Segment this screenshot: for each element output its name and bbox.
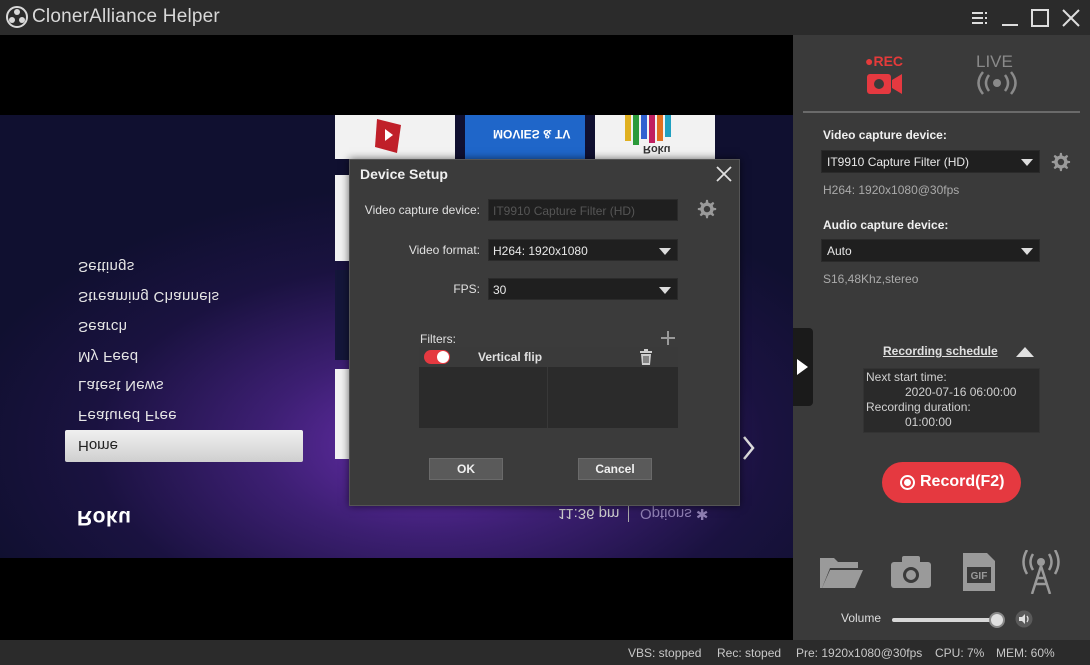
gear-icon[interactable] (696, 199, 718, 221)
status-vbs: VBS: stopped (628, 646, 702, 660)
audio-device-label: Audio capture device: (823, 218, 949, 232)
next-start-label: Next start time: (866, 370, 947, 384)
filter-name: Vertical flip (478, 350, 543, 364)
roku-divider (628, 504, 629, 522)
dialog-video-device-label: Video capture device: (364, 203, 480, 217)
dialog-video-device-value: IT9910 Capture Filter (HD) (493, 204, 636, 218)
roku-menu-item: Streaming Channels (78, 288, 220, 305)
volume-slider-handle[interactable] (989, 612, 1005, 628)
roku-time: 11:36 pm (558, 505, 620, 522)
status-mem: MEM: 60% (996, 646, 1055, 660)
close-icon[interactable] (1059, 6, 1083, 30)
cancel-button[interactable]: Cancel (578, 458, 652, 480)
channel-tile: MOVIES & TV (465, 115, 585, 159)
roku-menu-item: Featured Free (78, 407, 177, 424)
fps-label: FPS: (453, 282, 480, 296)
device-setup-dialog: Device Setup Video capture device: IT991… (349, 159, 740, 506)
fps-select[interactable]: 30 (488, 278, 678, 300)
volume-slider[interactable] (892, 618, 1002, 622)
chevron-down-icon (1021, 159, 1033, 166)
next-start-value: 2020-07-16 06:00:00 (905, 385, 1017, 399)
gif-icon[interactable]: GIF (955, 550, 1001, 594)
control-panel: ●REC LIVE Video capture device: IT9910 C… (793, 35, 1090, 640)
recording-schedule-link[interactable]: Recording schedule (883, 344, 998, 358)
menu-icon[interactable] (968, 6, 992, 30)
camera-icon[interactable] (888, 550, 934, 594)
chevron-down-icon (659, 248, 671, 255)
record-icon (900, 475, 915, 490)
roku-options: Options ✱ (640, 505, 709, 522)
audio-device-select[interactable]: Auto (821, 239, 1040, 262)
roku-menu-selected: Home (65, 430, 303, 462)
video-format-value: H264: 1920x1080 (493, 244, 588, 258)
svg-text:GIF: GIF (971, 571, 988, 582)
trash-icon[interactable] (638, 349, 654, 365)
folder-icon[interactable] (818, 550, 864, 594)
filter-enable-toggle[interactable] (424, 350, 450, 364)
duration-value: 01:00:00 (905, 415, 952, 429)
roku-menu-item: Latest News (78, 377, 164, 394)
roku-menu-item: My Feed (78, 348, 139, 365)
roku-menu-selected-label: Home (78, 437, 119, 454)
roku-logo: Roku (77, 506, 132, 529)
audio-info: S16,48Khz,stereo (823, 272, 919, 286)
status-bar: VBS: stopped Rec: stoped Pre: 1920x1080@… (0, 640, 1090, 665)
filter-row[interactable]: Vertical flip (419, 347, 678, 367)
broadcast-tower-icon[interactable] (1018, 550, 1064, 594)
movies-app-icon (375, 119, 401, 153)
panel-toggle[interactable] (793, 328, 813, 406)
chevron-down-icon (1021, 248, 1033, 255)
tab-divider (803, 111, 1080, 113)
video-format-select[interactable]: H264: 1920x1080 (488, 239, 678, 261)
rec-camera-icon (867, 74, 902, 94)
record-button[interactable]: Record(F2) (882, 462, 1021, 503)
chevron-down-icon (659, 287, 671, 294)
dialog-title: Device Setup (360, 166, 448, 182)
roku-menu-item: Search (78, 318, 128, 335)
channel-tile (335, 115, 455, 159)
live-broadcast-icon (977, 71, 1017, 95)
filters-label: Filters: (420, 332, 456, 346)
duration-label: Recording duration: (866, 400, 971, 414)
close-icon[interactable] (714, 164, 734, 184)
video-device-select[interactable]: IT9910 Capture Filter (HD) (821, 150, 1040, 173)
ok-button[interactable]: OK (429, 458, 503, 480)
collapse-up-icon[interactable] (1016, 347, 1034, 357)
filters-list: Vertical flip (419, 347, 678, 428)
play-icon (797, 359, 808, 375)
tile-text: Roku (643, 143, 671, 155)
app-logo-icon (6, 6, 28, 28)
audio-device-value: Auto (827, 244, 852, 258)
status-pre: Pre: 1920x1080@30fps (796, 646, 923, 660)
tab-rec-label: ●REC (865, 53, 904, 69)
roku-menu-item: Settings (78, 258, 135, 275)
schedule-info-box: Next start time: 2020-07-16 06:00:00 Rec… (863, 368, 1040, 433)
record-button-label: Record(F2) (920, 473, 1005, 490)
speaker-icon[interactable] (1015, 610, 1033, 628)
volume-label: Volume (841, 611, 882, 625)
plus-icon[interactable] (660, 330, 676, 346)
video-info: H264: 1920x1080@30fps (823, 183, 960, 197)
video-device-label: Video capture device: (823, 128, 947, 142)
channel-tile: Roku (595, 115, 715, 159)
chevron-right-icon (743, 436, 755, 460)
tile-text: MOVIES & TV (493, 127, 571, 141)
app-title: ClonerAlliance Helper (32, 6, 220, 27)
app-window: ClonerAlliance Helper MOVIES & TV Roku S… (0, 0, 1090, 665)
dialog-video-device-select: IT9910 Capture Filter (HD) (488, 199, 678, 221)
gear-icon[interactable] (1049, 151, 1071, 173)
tab-live-label: LIVE (976, 52, 1013, 71)
status-rec: Rec: stoped (717, 646, 782, 660)
status-cpu: CPU: 7% (935, 646, 985, 660)
maximize-icon[interactable] (1028, 6, 1052, 30)
video-device-value: IT9910 Capture Filter (HD) (827, 155, 970, 169)
fps-value: 30 (493, 283, 507, 297)
video-format-label: Video format: (408, 243, 480, 257)
minimize-icon[interactable] (998, 6, 1022, 30)
title-bar: ClonerAlliance Helper (0, 0, 1090, 35)
